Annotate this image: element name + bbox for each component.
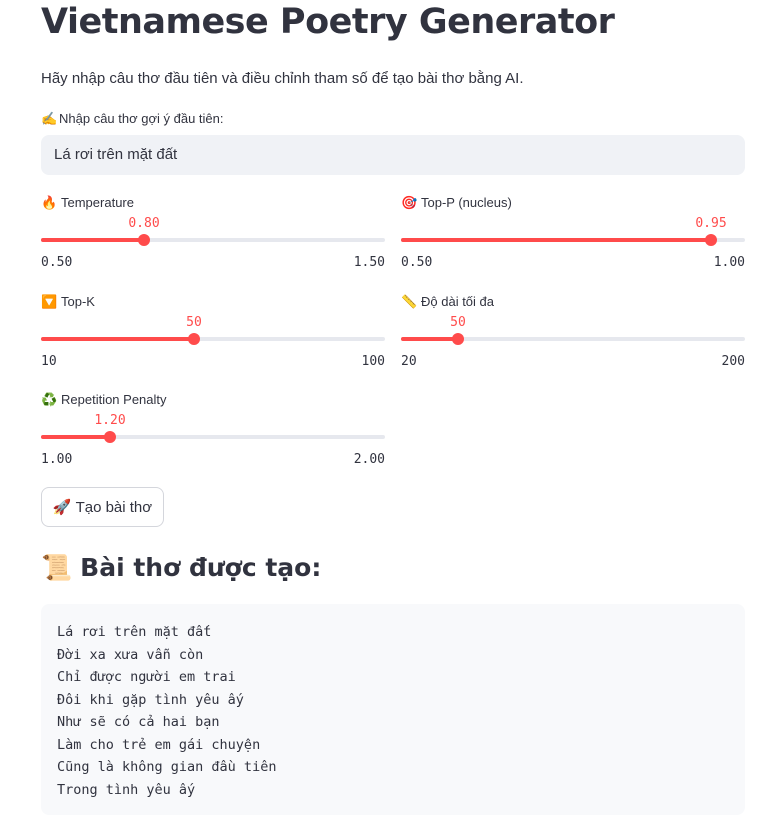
poem-line: Cũng là không gian đầu tiên [57,759,277,775]
max-length-fill [401,337,458,341]
top-p-fill [401,238,711,242]
poem-output: Lá rơi trên mặt đất Đời xa xưa vẫn còn C… [41,604,745,815]
top-p-min: 0.50 [401,255,433,270]
max-length-max: 200 [721,354,745,369]
generate-poem-button[interactable]: 🚀 Tạo bài thơ [41,487,164,527]
top-p-thumb[interactable] [705,234,717,246]
poem-line: Làm cho trẻ em gái chuyện [57,736,261,753]
repetition-penalty-thumb[interactable] [104,431,116,443]
result-heading: 📜 Bài thơ được tạo: [41,553,322,582]
poem-line: Trong tình yêu ấy [57,781,196,798]
top-k-slider[interactable]: 🔽 Top-K 50 10 100 [41,294,385,369]
temperature-fill [41,238,144,242]
repetition-penalty-min: 1.00 [41,452,73,467]
repetition-penalty-slider[interactable]: ♻️ Repetition Penalty 1.20 1.00 2.00 [41,392,385,467]
top-k-max: 100 [361,354,385,369]
intro-text: Hãy nhập câu thơ đầu tiên và điều chỉnh … [41,70,524,87]
poem-line: Như sẽ có cả hai bạn [57,714,220,730]
scroll-icon: 📜 [41,553,73,582]
top-k-min: 10 [41,354,57,369]
max-length-thumb[interactable] [452,333,464,345]
top-p-label: 🎯 Top-P (nucleus) [401,195,512,211]
poem-line: Chỉ được người em trai [57,669,236,685]
max-length-label: 📏 Độ dài tối đa [401,294,494,310]
top-k-track[interactable] [41,337,385,341]
max-length-min: 20 [401,354,417,369]
repetition-penalty-value: 1.20 [94,413,126,428]
top-p-track[interactable] [401,238,745,242]
rocket-icon: 🚀 [52,498,72,516]
writing-hand-icon: ✍️ [41,112,58,127]
ruler-icon: 📏 [401,295,418,310]
repetition-penalty-max: 2.00 [353,452,385,467]
temperature-thumb[interactable] [138,234,150,246]
top-p-slider[interactable]: 🎯 Top-P (nucleus) 0.95 0.50 1.00 [401,195,745,270]
temperature-track[interactable] [41,238,385,242]
top-k-label: 🔽 Top-K [41,294,95,310]
temperature-min: 0.50 [41,255,73,270]
repetition-penalty-fill [41,435,110,439]
top-k-fill [41,337,194,341]
temperature-value: 0.80 [128,216,160,231]
repetition-penalty-label: ♻️ Repetition Penalty [41,392,167,408]
fire-icon: 🔥 [41,196,58,211]
page-title: Vietnamese Poetry Generator [41,2,615,42]
repetition-penalty-track[interactable] [41,435,385,439]
poem-line: Đôi khi gặp tình yêu ấy [57,691,244,708]
poem-line: Lá rơi trên mặt đất [57,624,212,640]
max-length-slider[interactable]: 📏 Độ dài tối đa 50 20 200 [401,294,745,369]
temperature-slider[interactable]: 🔥 Temperature 0.80 0.50 1.50 [41,195,385,270]
target-icon: 🎯 [401,196,418,211]
top-k-thumb[interactable] [188,333,200,345]
poem-line: Đời xa xưa vẫn còn [57,646,204,663]
temperature-label: 🔥 Temperature [41,195,134,211]
temperature-max: 1.50 [353,255,385,270]
prompt-input-label: ✍️ Nhập câu thơ gợi ý đầu tiên: [41,111,224,127]
recycle-icon: ♻️ [41,393,58,408]
max-length-value: 50 [450,315,466,330]
top-k-value: 50 [186,315,202,330]
down-triangle-icon: 🔽 [41,295,58,310]
top-p-max: 1.00 [713,255,745,270]
prompt-input[interactable] [41,135,745,175]
top-p-value: 0.95 [695,216,727,231]
